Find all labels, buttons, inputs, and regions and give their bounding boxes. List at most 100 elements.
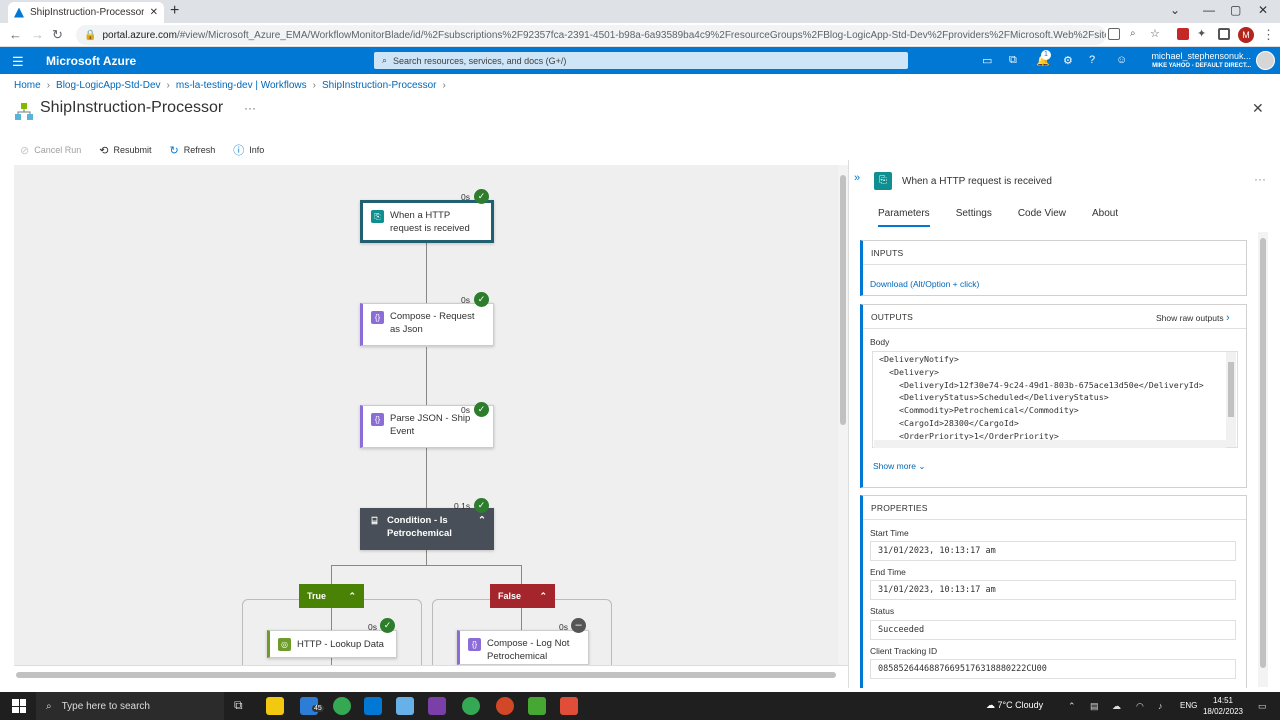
chevron-up-icon[interactable]: ⌃ xyxy=(478,514,486,527)
zoom-icon[interactable]: ⌕ xyxy=(1130,28,1142,40)
body-vertical-scrollbar[interactable] xyxy=(1226,352,1236,447)
tab-about[interactable]: About xyxy=(1092,208,1118,227)
breadcrumb-logic-app[interactable]: ms-la-testing-dev | Workflows xyxy=(176,80,307,91)
settings-gear-icon[interactable]: ⚙ xyxy=(1063,54,1073,67)
chrome-profile-icon[interactable] xyxy=(462,697,480,715)
taskbar-search-label: Type here to search xyxy=(61,700,150,712)
condition-duration: 0.1s xyxy=(454,501,471,511)
task-view-icon[interactable]: ⧉ xyxy=(234,698,243,713)
condition-card[interactable]: ⌸ Condition - Is Petrochemical ⌃ xyxy=(360,508,494,550)
azure-brand[interactable]: Microsoft Azure xyxy=(46,54,136,68)
camtasia-icon[interactable] xyxy=(528,697,546,715)
profile-avatar[interactable]: M xyxy=(1238,27,1254,43)
browser-tab[interactable]: ShipInstruction-Processor - Micr ✕ xyxy=(8,2,164,23)
false-branch-label: False xyxy=(498,591,522,601)
maximize-icon[interactable]: ▢ xyxy=(1230,3,1241,17)
language-indicator[interactable]: ENG xyxy=(1180,701,1197,710)
wifi-icon[interactable]: ◠ xyxy=(1136,701,1144,712)
minimize-icon[interactable]: — xyxy=(1203,3,1215,17)
success-check-icon: ✓ xyxy=(474,402,489,417)
compose-request-label: Compose - Request as Json xyxy=(390,311,475,335)
end-time-label: End Time xyxy=(870,567,906,577)
tab-settings[interactable]: Settings xyxy=(956,208,992,227)
chevron-up-icon[interactable]: ⌃ xyxy=(539,591,547,602)
weather-widget[interactable]: ☁ 7°C Cloudy xyxy=(986,700,1043,711)
resubmit-label: Resubmit xyxy=(113,145,152,155)
http-lookup-card[interactable]: ◎ HTTP - Lookup Data xyxy=(267,630,397,658)
canvas-horizontal-scrollbar[interactable] xyxy=(14,665,848,685)
powerpoint-icon[interactable] xyxy=(496,697,514,715)
tab-code-view[interactable]: Code View xyxy=(1018,208,1066,227)
visual-studio-icon[interactable] xyxy=(428,697,446,715)
body-horizontal-scrollbar[interactable] xyxy=(874,440,1226,448)
close-blade-icon[interactable]: ✕ xyxy=(1252,100,1264,117)
close-tab-icon[interactable]: ✕ xyxy=(150,7,158,18)
reload-icon[interactable]: ↻ xyxy=(52,27,63,43)
app-icon[interactable] xyxy=(396,697,414,715)
body-output-box[interactable]: <DeliveryNotify> <Delivery> <DeliveryId>… xyxy=(872,351,1238,448)
feedback-icon[interactable]: ☺ xyxy=(1116,54,1127,66)
compose-log-card[interactable]: {} Compose - Log Not Petrochemical xyxy=(457,630,589,665)
onedrive-icon[interactable]: ☁ xyxy=(1112,701,1121,712)
forward-icon[interactable]: → xyxy=(31,27,44,42)
clock[interactable]: 14:51 18/02/2023 xyxy=(1198,695,1248,717)
panel-scrollbar[interactable] xyxy=(1258,232,1268,687)
success-check-icon: ✓ xyxy=(474,498,489,513)
volume-icon[interactable]: ♪ xyxy=(1158,701,1163,711)
resubmit-button[interactable]: ⟲ Resubmit xyxy=(99,144,151,157)
breadcrumb-resource-group[interactable]: Blog-LogicApp-Std-Dev xyxy=(56,80,161,91)
body-output-line: <DeliveryStatus>Scheduled</DeliveryStatu… xyxy=(879,392,1109,403)
http-request-icon: ⎘ xyxy=(874,172,892,190)
close-window-icon[interactable]: ✕ xyxy=(1258,3,1268,17)
file-explorer-icon[interactable] xyxy=(266,697,284,715)
start-time-label: Start Time xyxy=(870,528,909,538)
vscode-icon[interactable] xyxy=(364,697,382,715)
show-more-button[interactable]: Show more ⌄ xyxy=(873,461,926,472)
false-branch-header[interactable]: False ⌃ xyxy=(490,584,555,608)
browser-menu-icon[interactable]: ⋮ xyxy=(1262,27,1275,43)
tab-parameters[interactable]: Parameters xyxy=(878,208,930,227)
chevron-right-icon: › xyxy=(1225,312,1230,324)
network-icon[interactable]: ▤ xyxy=(1090,701,1099,712)
url-field[interactable]: 🔒 portal.azure.com /#view/Microsoft_Azur… xyxy=(76,25,1106,45)
windows-start-icon[interactable] xyxy=(12,699,26,713)
compose-request-card[interactable]: {} Compose - Request as Json xyxy=(360,303,494,346)
breadcrumb-workflow[interactable]: ShipInstruction-Processor xyxy=(322,80,437,91)
share-icon[interactable] xyxy=(1108,28,1120,40)
true-branch-header[interactable]: True ⌃ xyxy=(299,584,364,608)
tray-up-icon[interactable]: ⌃ xyxy=(1068,701,1076,712)
refresh-button[interactable]: ↻ Refresh xyxy=(169,144,215,157)
info-button[interactable]: ⓘ Info xyxy=(233,142,264,158)
sidebar-icon[interactable] xyxy=(1218,28,1230,40)
cancel-run-button[interactable]: ⊘ Cancel Run xyxy=(20,144,81,157)
show-raw-outputs-button[interactable]: Show raw outputs › xyxy=(1156,312,1230,324)
more-options-icon[interactable]: ··· xyxy=(244,101,256,115)
bookmark-star-icon[interactable]: ☆ xyxy=(1150,28,1162,40)
chevron-up-icon[interactable]: ⌃ xyxy=(348,591,356,602)
more-options-icon[interactable]: ··· xyxy=(1254,172,1266,186)
download-link[interactable]: Download (Alt/Option + click) xyxy=(870,279,979,289)
taskbar-search[interactable]: ⌕ Type here to search xyxy=(36,692,224,720)
breadcrumb-home[interactable]: Home xyxy=(14,80,41,91)
trigger-card[interactable]: ⎘ When a HTTP request is received xyxy=(360,200,494,243)
recorder-icon[interactable] xyxy=(560,697,578,715)
compose-log-duration: 0s xyxy=(559,622,568,632)
account-menu[interactable]: michael_stephensonuk... MIKE YAHOO - DEF… xyxy=(1148,51,1251,71)
cloud-shell-icon[interactable]: ▭ xyxy=(982,54,992,67)
puzzle-icon[interactable]: ✦ xyxy=(1197,28,1209,40)
help-icon[interactable]: ? xyxy=(1089,54,1095,66)
avatar[interactable] xyxy=(1256,51,1275,70)
connector-line xyxy=(426,448,427,508)
directory-filter-icon[interactable]: ⧉ xyxy=(1009,54,1017,67)
chevron-down-icon[interactable]: ⌄ xyxy=(1170,3,1180,17)
workflow-canvas[interactable]: ⎘ When a HTTP request is received 0s ✓ {… xyxy=(14,165,838,679)
chrome-icon[interactable] xyxy=(333,697,351,715)
hamburger-menu-icon[interactable]: ☰ xyxy=(12,54,24,70)
canvas-vertical-scrollbar[interactable] xyxy=(838,165,848,665)
notification-center-icon[interactable]: ▭ xyxy=(1258,701,1267,712)
global-search-input[interactable]: ⌕ Search resources, services, and docs (… xyxy=(374,52,908,69)
extension-icon[interactable] xyxy=(1177,28,1189,40)
new-tab-icon[interactable]: + xyxy=(170,2,179,20)
back-icon[interactable]: ← xyxy=(9,27,22,42)
collapse-panel-icon[interactable]: » xyxy=(854,172,860,184)
